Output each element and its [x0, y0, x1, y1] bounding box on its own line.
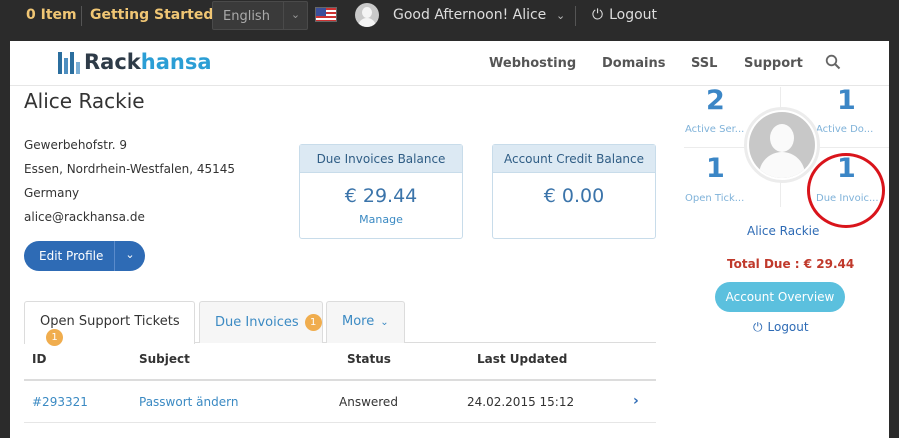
logout-label: Logout — [767, 320, 809, 334]
due-invoices-balance-card: Due Invoices Balance € 29.44 Manage — [299, 144, 463, 239]
column-header-status[interactable]: Status — [347, 352, 391, 366]
chevron-down-icon: ⌄ — [380, 317, 389, 328]
count-badge: 1 — [46, 329, 63, 346]
client-email: alice@rackhansa.de — [24, 210, 145, 224]
ticket-status: Answered — [339, 395, 398, 409]
logo-text-rack: Rack — [84, 50, 141, 74]
tab-bar: Open Support Tickets1 Due Invoices 1 More… — [24, 301, 656, 346]
table-header-divider — [24, 379, 656, 381]
ticket-subject-link[interactable]: Passwort ändern — [139, 395, 238, 409]
active-domains-count[interactable]: 1 — [837, 85, 856, 116]
table-row-divider — [24, 422, 656, 423]
address-country: Germany — [24, 186, 80, 200]
annotation-circle — [807, 153, 885, 228]
ticket-last-updated: 24.02.2015 15:12 — [467, 395, 575, 409]
language-selected: English — [223, 9, 270, 24]
active-services-label[interactable]: Active Ser... — [685, 124, 744, 135]
getting-started-link[interactable]: Getting Started — [90, 7, 213, 23]
tab-open-support-tickets[interactable]: Open Support Tickets1 — [24, 301, 195, 346]
count-badge: 1 — [304, 314, 322, 331]
logo-bars-icon — [58, 52, 80, 74]
ticket-id-link[interactable]: #293321 — [32, 395, 88, 409]
active-domains-label[interactable]: Active Do... — [816, 124, 873, 135]
power-icon: ⏻ — [753, 320, 763, 334]
column-header-id[interactable]: ID — [32, 352, 46, 366]
sidebar-client-name[interactable]: Alice Rackie — [747, 224, 819, 238]
navbar: Rackhansa Webhosting Domains SSL Support — [10, 41, 889, 86]
tab-more[interactable]: More ⌄ — [326, 301, 405, 343]
nav-support[interactable]: Support — [744, 56, 803, 71]
total-due: Total Due : € 29.44 — [727, 257, 855, 271]
tab-due-invoices[interactable]: Due Invoices 1 — [199, 301, 323, 343]
chevron-down-icon[interactable]: ⌄ — [114, 241, 145, 271]
divider — [575, 6, 576, 26]
card-title: Account Credit Balance — [493, 145, 655, 173]
column-header-subject[interactable]: Subject — [139, 352, 190, 366]
address-city: Essen, Nordrhein-Westfalen, 45145 — [24, 162, 236, 176]
chevron-right-icon[interactable]: › — [633, 393, 639, 409]
address-street: Gewerbehofstr. 9 — [24, 138, 128, 152]
chevron-down-icon[interactable]: ⌄ — [556, 9, 565, 22]
client-name-heading: Alice Rackie — [24, 89, 145, 113]
logo-text-hansa: hansa — [140, 50, 212, 74]
us-flag-icon[interactable] — [315, 7, 337, 22]
nav-webhosting[interactable]: Webhosting — [489, 56, 576, 71]
manage-link[interactable]: Manage — [300, 213, 462, 226]
account-overview-button[interactable]: Account Overview — [715, 282, 845, 312]
nav-ssl[interactable]: SSL — [691, 56, 717, 71]
main-panel: Rackhansa Webhosting Domains SSL Support… — [10, 41, 889, 438]
search-icon[interactable] — [825, 54, 841, 70]
logout-link[interactable]: ⏻ Logout — [592, 7, 657, 23]
edit-profile-label: Edit Profile — [39, 249, 104, 263]
greeting-menu[interactable]: Good Afternoon! Alice — [393, 7, 546, 23]
avatar[interactable] — [355, 3, 379, 27]
open-tickets-count[interactable]: 1 — [706, 153, 725, 184]
credit-value: € 0.00 — [543, 185, 605, 207]
tab-label: Open Support Tickets — [40, 314, 180, 329]
sidebar-logout-link[interactable]: ⏻ Logout — [753, 320, 809, 335]
column-header-last-updated[interactable]: Last Updated — [477, 352, 567, 366]
chevron-down-icon: ⌄ — [283, 2, 307, 29]
tab-label: More — [342, 314, 375, 329]
logout-label: Logout — [609, 7, 658, 23]
divider — [81, 6, 82, 26]
language-select[interactable]: English ⌄ — [212, 1, 308, 30]
top-bar: 0 Item Getting Started English ⌄ Good Af… — [0, 0, 899, 32]
cart-link[interactable]: 0 Item — [26, 7, 77, 23]
nav-domains[interactable]: Domains — [602, 56, 666, 71]
account-credit-card: Account Credit Balance € 0.00 — [492, 144, 656, 239]
card-title: Due Invoices Balance — [300, 145, 462, 173]
avatar — [744, 107, 820, 183]
active-services-count[interactable]: 2 — [706, 85, 725, 116]
edit-profile-button[interactable]: Edit Profile ⌄ — [24, 241, 145, 271]
open-tickets-label[interactable]: Open Tick... — [685, 193, 744, 204]
tab-label: Due Invoices — [215, 315, 299, 330]
power-icon: ⏻ — [592, 7, 604, 23]
due-invoices-value: € 29.44 — [344, 185, 418, 207]
